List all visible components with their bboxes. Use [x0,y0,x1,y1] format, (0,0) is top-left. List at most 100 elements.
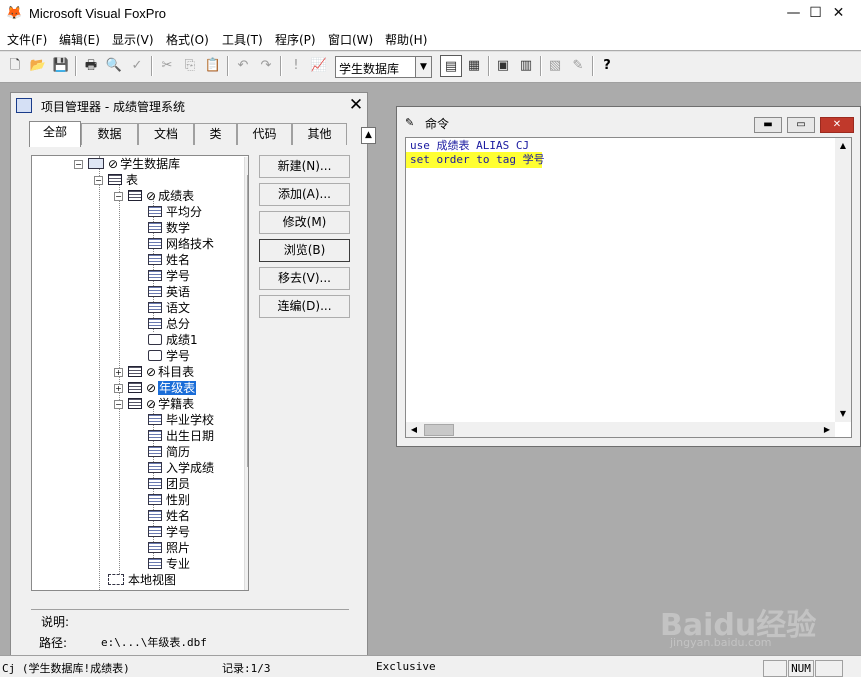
print-preview-icon[interactable]: 🔍 [103,55,125,77]
browse-button[interactable]: 浏览(B) [259,239,350,262]
scroll-thumb[interactable] [424,424,454,436]
database-combo[interactable]: 学生数据库 ▼ [335,56,432,78]
tab-other[interactable]: 其他 [292,123,347,145]
maximize-button[interactable]: ☐ [793,0,838,28]
copy-icon[interactable]: ⎘ [179,55,201,77]
menu-window[interactable]: 窗口(W) [328,31,373,48]
command-icon: ✎ [405,116,415,129]
scroll-down-icon[interactable]: ▼ [835,406,851,422]
tab-scroll-arrow-icon[interactable]: ▲ [361,127,376,144]
tree-node-field[interactable]: 数学 [148,220,190,236]
tree-node-table[interactable]: − ⊘ 成绩表 [114,188,194,204]
collapse-icon[interactable]: − [114,400,123,409]
collapse-icon[interactable]: − [114,192,123,201]
table-icon [128,382,142,393]
tree-node-table[interactable]: + ⊘ 科目表 [114,364,194,380]
project-manager-titlebar[interactable]: 项目管理器 - 成绩管理系统 ✕ [11,93,367,119]
tree-node-field[interactable]: 团员 [148,476,190,492]
tree-node-field[interactable]: 姓名 [148,252,190,268]
collapse-icon[interactable]: − [94,176,103,185]
menu-file[interactable]: 文件(F) [7,31,47,48]
modify-form-icon[interactable]: 📈 [308,55,330,77]
tree-node-field[interactable]: 学号 [148,268,190,284]
tree-node-database[interactable]: − ⊘ 学生数据库 [74,156,180,172]
tree-node-local-views[interactable]: 本地视图 [108,572,176,588]
command-vertical-scrollbar[interactable]: ▲ ▼ [835,138,851,422]
menu-view[interactable]: 显示(V) [112,31,154,48]
new-file-icon[interactable]: 🗋 [4,55,26,77]
modify-button[interactable]: 修改(M) [259,211,350,234]
scroll-left-icon[interactable]: ◀ [406,422,422,437]
tab-documents[interactable]: 文档 [138,123,194,145]
menu-program[interactable]: 程序(P) [275,31,316,48]
expand-icon[interactable]: + [114,368,123,377]
close-icon[interactable]: ✕ [820,117,854,133]
tree-node-field[interactable]: 英语 [148,284,190,300]
tree-node-field[interactable]: 网络技术 [148,236,214,252]
tree-node-field[interactable]: 毕业学校 [148,412,214,428]
tree-node-field[interactable]: 出生日期 [148,428,214,444]
scroll-thumb[interactable] [247,175,248,467]
undo-icon[interactable]: ↶ [232,55,254,77]
scroll-right-icon[interactable]: ▶ [819,422,835,437]
spelling-icon[interactable]: ✓ [126,55,148,77]
print-icon[interactable]: 🖶 [80,55,102,77]
remove-button[interactable]: 移去(V)... [259,267,350,290]
tree-node-field[interactable]: 性别 [148,492,190,508]
redo-icon[interactable]: ↷ [255,55,277,77]
scroll-up-icon[interactable]: ▲ [246,157,248,172]
add-button[interactable]: 添加(A)... [259,183,350,206]
database-combo-value: 学生数据库 [339,62,400,76]
command-line-highlighted[interactable]: set order to tag 学号 [406,152,545,168]
tree-scrollbar[interactable]: ▲ ▼ [244,157,248,590]
view-window-icon[interactable]: ▦ [463,55,485,77]
help-icon[interactable]: ? [596,55,618,77]
autoform-icon[interactable]: ▧ [544,55,566,77]
form-designer-icon[interactable]: ▣ [492,55,514,77]
tree-node-field[interactable]: 专业 [148,556,190,572]
expand-icon[interactable]: + [114,384,123,393]
minimize-icon[interactable]: ▬ [754,117,782,133]
menu-format[interactable]: 格式(O) [166,31,209,48]
tree-node-field[interactable]: 平均分 [148,204,202,220]
tree-node-tables[interactable]: − 表 [94,172,138,188]
build-button[interactable]: 连编(D)... [259,295,350,318]
tree-node-index[interactable]: 成绩1 [148,332,198,348]
open-folder-icon[interactable]: 📂 [27,55,49,77]
tree-node-table-selected[interactable]: + ⊘ 年级表 [114,380,197,396]
tree-node-field[interactable]: 总分 [148,316,190,332]
field-icon [148,542,162,553]
autoreport-icon[interactable]: ✎ [567,55,589,77]
tree-node-field[interactable]: 简历 [148,444,190,460]
cut-icon[interactable]: ✂ [156,55,178,77]
tab-data[interactable]: 数据 [81,123,138,145]
run-icon[interactable]: ! [285,55,307,77]
tree-node-index[interactable]: 学号 [148,348,190,364]
collapse-icon[interactable]: − [74,160,83,169]
tab-code[interactable]: 代码 [237,123,292,145]
command-window-icon[interactable]: ▤ [440,55,462,77]
tree-node-field[interactable]: 学号 [148,524,190,540]
tree-node-field[interactable]: 姓名 [148,508,190,524]
tab-all[interactable]: 全部 [29,121,81,147]
tree-node-field[interactable]: 入学成绩 [148,460,214,476]
command-editor[interactable]: use 成绩表 ALIAS CJ set order to tag 学号 ▲ ▼… [405,137,852,438]
report-designer-icon[interactable]: ▥ [515,55,537,77]
tree-node-field[interactable]: 照片 [148,540,190,556]
new-button[interactable]: 新建(N)... [259,155,350,178]
tree-node-field[interactable]: 语文 [148,300,190,316]
tab-classes[interactable]: 类 [194,123,237,145]
scroll-down-icon[interactable]: ▼ [246,575,248,590]
scroll-up-icon[interactable]: ▲ [835,138,851,154]
command-window-titlebar[interactable]: ✎ 命令 ▬ ▭ ✕ [397,107,860,135]
command-horizontal-scrollbar[interactable]: ◀ ▶ [406,422,835,437]
restore-icon[interactable]: ▭ [787,117,815,133]
menu-help[interactable]: 帮助(H) [385,31,427,48]
tree-node-table[interactable]: − ⊘ 学籍表 [114,396,194,412]
menu-edit[interactable]: 编辑(E) [59,31,100,48]
close-icon[interactable]: ✕ [347,96,365,114]
save-icon[interactable]: 💾 [50,55,72,77]
chevron-down-icon[interactable]: ▼ [415,57,431,77]
paste-icon[interactable]: 📋 [202,55,224,77]
menu-tools[interactable]: 工具(T) [222,31,263,48]
